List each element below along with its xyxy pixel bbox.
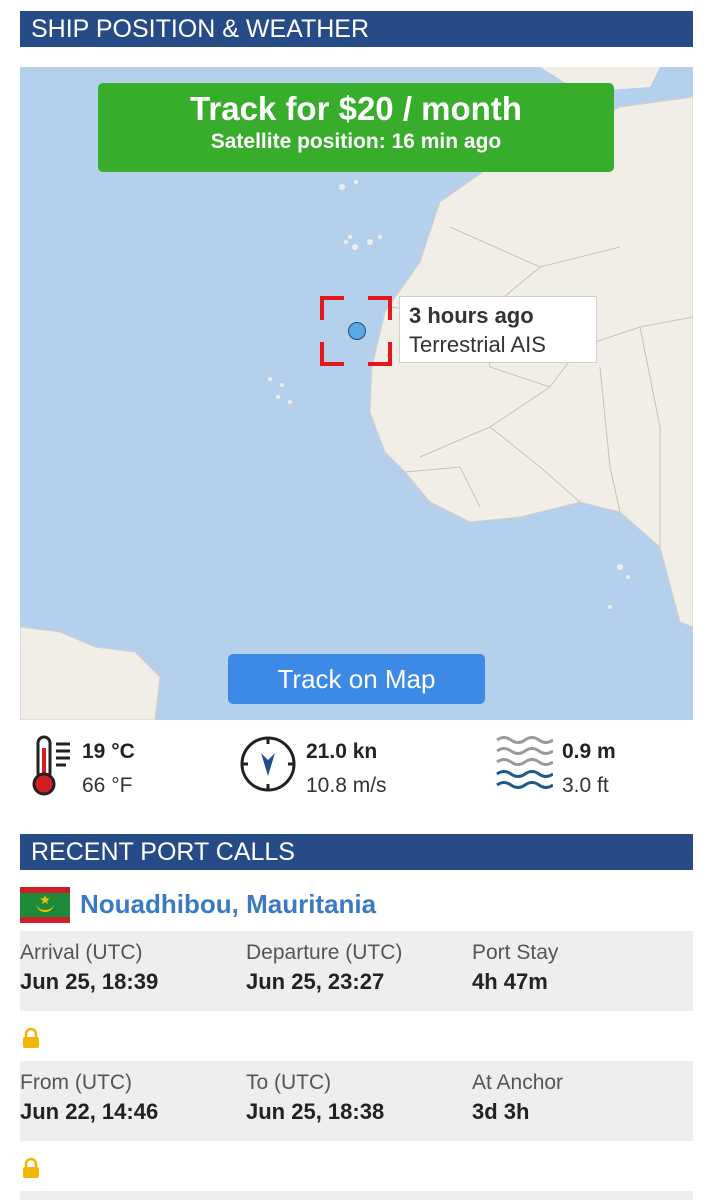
- wind-speed-knots: 21.0 kn: [306, 740, 378, 763]
- departure-value: Jun 25, 23:27: [246, 969, 385, 994]
- arrival-value: Jun 25, 18:39: [20, 969, 159, 994]
- port-name-link[interactable]: Nouadhibou, Mauritania: [80, 889, 376, 920]
- port-stay-label: Port Stay: [472, 941, 559, 964]
- target-corner: [368, 296, 392, 320]
- to-value: Jun 25, 18:38: [246, 1099, 385, 1124]
- target-corner: [320, 296, 344, 320]
- from-value: Jun 22, 14:46: [20, 1099, 159, 1124]
- target-corner: [320, 342, 344, 366]
- arrival-column: Arrival (UTC) Jun 25, 18:39: [20, 941, 158, 995]
- ship-position-weather-header: SHIP POSITION & WEATHER: [20, 11, 693, 47]
- position-source: Terrestrial AIS: [409, 332, 546, 357]
- departure-label: Departure (UTC): [246, 941, 403, 964]
- ship-position-dot[interactable]: [348, 322, 366, 340]
- arrival-label: Arrival (UTC): [20, 941, 143, 964]
- wind-speed-ms: 10.8 m/s: [306, 774, 387, 797]
- wave-height-feet: 3.0 ft: [562, 774, 609, 797]
- waves-icon: [496, 736, 553, 789]
- port-visit-details: Arrival (UTC) Jun 25, 18:39 Departure (U…: [20, 931, 693, 1011]
- from-label: From (UTC): [20, 1071, 132, 1094]
- port-stay-column: Port Stay 4h 47m: [472, 941, 558, 995]
- to-label: To (UTC): [246, 1071, 332, 1094]
- position-time: 3 hours ago: [409, 303, 534, 328]
- temperature-block: 19 °C 66 °F: [30, 734, 230, 804]
- temperature-celsius: 19 °C: [82, 740, 135, 763]
- wave-height-meters: 0.9 m: [562, 740, 616, 763]
- subscription-promo-banner[interactable]: Track for $20 / month Satellite position…: [98, 83, 614, 172]
- at-anchor-label: At Anchor: [472, 1071, 564, 1094]
- recent-port-calls-header: RECENT PORT CALLS: [20, 834, 693, 870]
- port-stay-value: 4h 47m: [472, 969, 548, 994]
- to-column: To (UTC) Jun 25, 18:38: [246, 1071, 384, 1125]
- thermometer-icon: [32, 735, 70, 796]
- promo-title: Track for $20 / month: [190, 90, 522, 127]
- mauritania-flag-icon: [20, 887, 70, 923]
- compass-icon: [240, 736, 296, 792]
- temperature-fahrenheit: 66 °F: [82, 774, 133, 797]
- at-anchor-column: At Anchor 3d 3h: [472, 1071, 563, 1125]
- wave-block: 0.9 m 3.0 ft: [495, 734, 695, 804]
- lock-icon[interactable]: [20, 1157, 42, 1179]
- lock-icon[interactable]: [20, 1027, 42, 1049]
- target-corner: [368, 342, 392, 366]
- wind-block: 21.0 kn 10.8 m/s: [238, 734, 458, 804]
- anchor-details: From (UTC) Jun 22, 14:46 To (UTC) Jun 25…: [20, 1061, 693, 1141]
- from-column: From (UTC) Jun 22, 14:46: [20, 1071, 158, 1125]
- departure-column: Departure (UTC) Jun 25, 23:27: [246, 941, 402, 995]
- position-info-label: 3 hours ago Terrestrial AIS: [399, 296, 597, 363]
- next-details-box: [20, 1191, 693, 1200]
- at-anchor-value: 3d 3h: [472, 1099, 530, 1124]
- track-on-map-button[interactable]: Track on Map: [228, 654, 485, 704]
- south-america-land: [20, 626, 161, 720]
- promo-subtitle: Satellite position: 16 min ago: [210, 130, 502, 153]
